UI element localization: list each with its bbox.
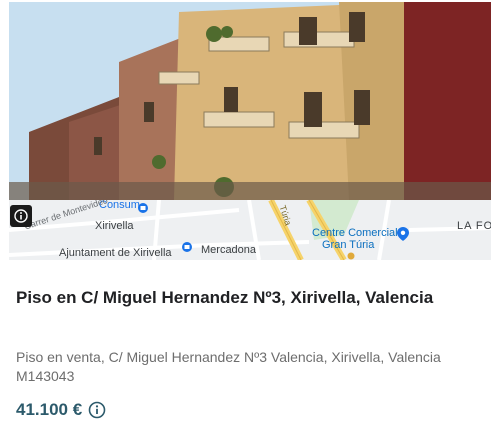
supermarket-pin-icon: [182, 242, 192, 252]
listing-price: 41.100 €: [16, 400, 83, 419]
listing-card[interactable]: Consum Carrer de Montevideo Xirivella Tú…: [0, 0, 500, 431]
map-label-centre-line2: Gran Túria: [322, 239, 375, 251]
price-row: 41.100 €: [16, 399, 106, 421]
map-label-centre-comercial: Centre Comercial Gran Túria: [312, 227, 398, 251]
map-label-xirivella: Xirivella: [95, 220, 134, 232]
info-icon: [14, 209, 28, 223]
info-circle-icon[interactable]: [88, 401, 106, 419]
map-label-ajuntament: Ajuntament de Xirivella: [59, 247, 172, 259]
listing-title[interactable]: Piso en C/ Miguel Hernandez Nº3, Xirivel…: [16, 286, 486, 309]
photo-info-button[interactable]: [10, 205, 32, 227]
shopping-pin-icon: [397, 227, 409, 241]
building-illustration: [9, 2, 491, 200]
map-label-mercadona: Mercadona: [201, 244, 257, 256]
map-marker-icon: [347, 252, 355, 260]
map-label-lafo: LA FO: [457, 220, 491, 232]
location-map[interactable]: Consum Carrer de Montevideo Xirivella Tú…: [9, 200, 491, 260]
property-photo[interactable]: [9, 2, 491, 200]
listing-description: Piso en venta, C/ Miguel Hernandez Nº3 V…: [16, 349, 441, 384]
map-label-centre-line1: Centre Comercial: [312, 227, 398, 239]
